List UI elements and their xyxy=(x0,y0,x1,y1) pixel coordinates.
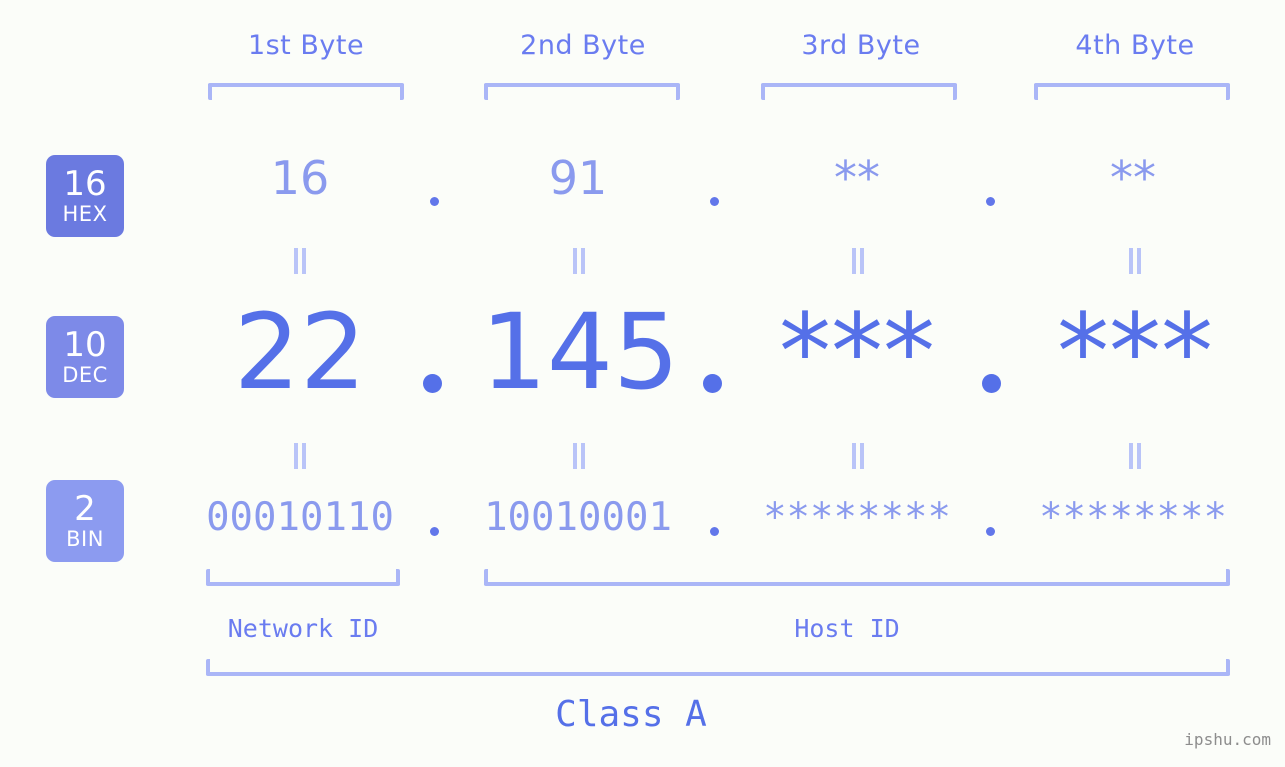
bin-byte-3: ******** xyxy=(757,498,957,537)
byte-header-label: 3rd Byte xyxy=(801,30,921,61)
byte-header-label: 4th Byte xyxy=(1075,30,1195,61)
byte-header-3: 3rd Byte xyxy=(761,30,961,61)
radix-badge-bin: 2 BIN xyxy=(46,480,124,562)
byte-header-2: 2nd Byte xyxy=(483,30,683,61)
equals-connector-dec-bin-3 xyxy=(850,443,866,469)
radix-badge-unit: DEC xyxy=(62,363,108,387)
bin-separator-2 xyxy=(710,527,719,536)
bin-byte-value: ******** xyxy=(763,495,951,540)
byte-header-1: 1st Byte xyxy=(206,30,406,61)
dec-byte-4: *** xyxy=(1020,300,1250,404)
radix-badge-unit: BIN xyxy=(66,527,104,551)
network-id-bracket xyxy=(206,569,400,586)
hex-byte-value: ** xyxy=(834,151,880,205)
equals-connector-dec-bin-4 xyxy=(1127,443,1143,469)
hex-separator-3 xyxy=(986,197,995,206)
dec-byte-value: *** xyxy=(1057,291,1213,413)
dec-byte-value: 22 xyxy=(233,291,367,413)
hex-byte-1: 16 xyxy=(200,155,400,201)
ipv4-address-diagram: 1st Byte 2nd Byte 3rd Byte 4th Byte 16 H… xyxy=(0,0,1285,767)
dec-byte-value: 145 xyxy=(480,291,680,413)
watermark: ipshu.com xyxy=(1184,730,1271,749)
network-id-text: Network ID xyxy=(227,614,379,643)
bin-byte-4: ******** xyxy=(1033,498,1233,537)
radix-badge-hex: 16 HEX xyxy=(46,155,124,237)
host-id-text: Host ID xyxy=(794,614,900,643)
radix-badge-unit: HEX xyxy=(62,202,108,226)
hex-byte-4: ** xyxy=(1033,155,1233,201)
hex-byte-2: 91 xyxy=(478,155,678,201)
byte-bracket-1 xyxy=(208,83,404,100)
radix-badge-number: 2 xyxy=(74,489,96,529)
byte-header-label: 2nd Byte xyxy=(520,30,646,61)
equals-connector-hex-dec-3 xyxy=(850,248,866,274)
bin-byte-value: 10010001 xyxy=(484,495,672,540)
dec-byte-1: 22 xyxy=(185,300,415,404)
bin-separator-3 xyxy=(986,527,995,536)
hex-byte-value: 91 xyxy=(548,151,608,205)
dec-byte-value: *** xyxy=(779,291,935,413)
hex-separator-2 xyxy=(710,197,719,206)
bin-byte-1: 00010110 xyxy=(200,498,400,537)
hex-separator-1 xyxy=(430,197,439,206)
equals-connector-dec-bin-1 xyxy=(292,443,308,469)
radix-badge-dec: 10 DEC xyxy=(46,316,124,398)
radix-badge-number: 16 xyxy=(63,164,107,204)
byte-bracket-2 xyxy=(484,83,680,100)
dec-separator-3 xyxy=(982,374,1001,393)
equals-connector-hex-dec-2 xyxy=(571,248,587,274)
equals-connector-dec-bin-2 xyxy=(571,443,587,469)
bin-byte-value: ******** xyxy=(1039,495,1227,540)
equals-connector-hex-dec-1 xyxy=(292,248,308,274)
hex-byte-value: ** xyxy=(1110,151,1156,205)
byte-bracket-4 xyxy=(1034,83,1230,100)
hex-byte-value: 16 xyxy=(270,151,330,205)
host-id-label: Host ID xyxy=(747,614,947,643)
byte-header-4: 4th Byte xyxy=(1035,30,1235,61)
radix-badge-number: 10 xyxy=(63,325,107,365)
network-id-label: Network ID xyxy=(203,614,403,643)
byte-bracket-3 xyxy=(761,83,957,100)
watermark-text: ipshu.com xyxy=(1184,730,1271,749)
hex-byte-3: ** xyxy=(757,155,957,201)
bin-byte-value: 00010110 xyxy=(206,495,394,540)
host-id-bracket xyxy=(484,569,1230,586)
dec-separator-1 xyxy=(423,374,442,393)
bin-separator-1 xyxy=(430,527,439,536)
bin-byte-2: 10010001 xyxy=(478,498,678,537)
dec-separator-2 xyxy=(703,374,722,393)
dec-byte-3: *** xyxy=(742,300,972,404)
class-bracket xyxy=(206,659,1230,676)
equals-connector-hex-dec-4 xyxy=(1127,248,1143,274)
dec-byte-2: 145 xyxy=(465,300,695,404)
class-text: Class A xyxy=(555,694,707,735)
class-label: Class A xyxy=(531,694,731,735)
byte-header-label: 1st Byte xyxy=(247,30,365,61)
